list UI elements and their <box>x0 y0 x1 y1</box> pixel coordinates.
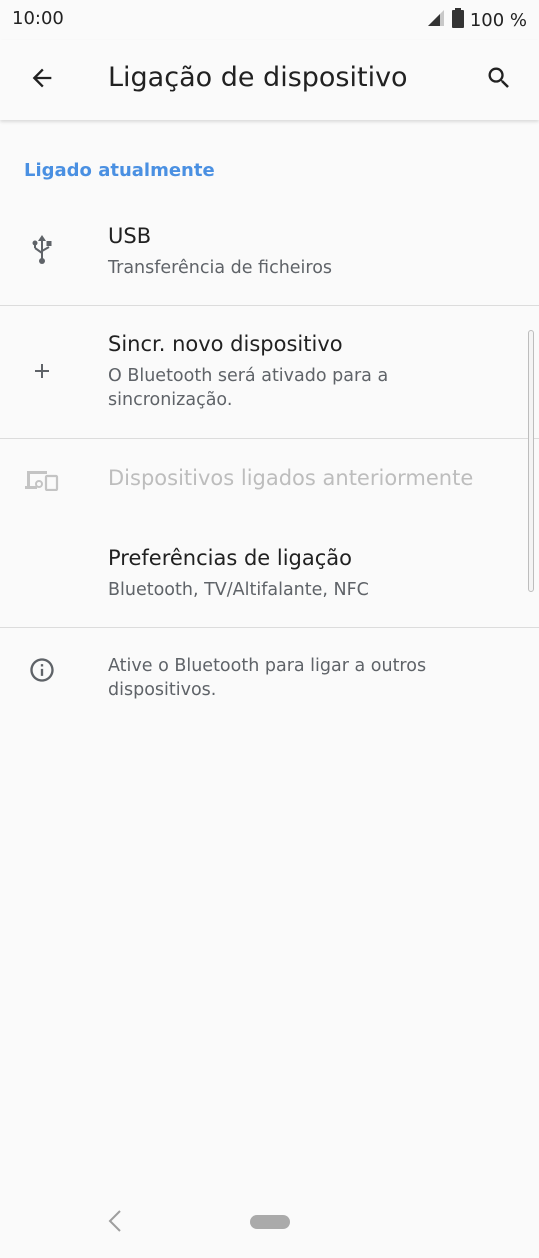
section-header: Ligado atualmente <box>24 160 215 181</box>
usb-subtitle: Transferência de ficheiros <box>108 258 333 278</box>
search-button[interactable] <box>477 60 521 100</box>
pair-new-device-row[interactable]: Sincr. novo dispositivo O Bluetooth será… <box>0 306 539 438</box>
usb-row[interactable]: USB Transferência de ficheiros <box>0 200 539 304</box>
info-icon <box>22 650 62 690</box>
status-icons: 100 % <box>426 8 527 33</box>
plus-icon <box>22 351 62 391</box>
connection-preferences-row[interactable]: Preferências de ligação Bluetooth, TV/Al… <box>0 520 539 626</box>
back-button[interactable] <box>20 60 64 100</box>
nav-back-button[interactable] <box>100 1208 130 1238</box>
info-text: Ative o Bluetooth para ligar a outros di… <box>108 656 427 700</box>
battery-percent: 100 % <box>469 10 527 31</box>
arrow-left-icon <box>28 64 56 96</box>
signal-icon <box>426 9 446 32</box>
app-bar: Ligação de dispositivo <box>0 40 539 120</box>
previously-connected-title: Dispositivos ligados anteriormente <box>108 466 474 490</box>
pair-subtitle: O Bluetooth será ativado para a sincroni… <box>108 366 389 410</box>
home-pill-icon[interactable] <box>250 1215 290 1229</box>
nav-back-icon <box>107 1209 123 1237</box>
pair-title: Sincr. novo dispositivo <box>108 332 343 356</box>
preferences-title: Preferências de ligação <box>108 546 353 570</box>
battery-icon <box>451 8 464 33</box>
previously-connected-row: Dispositivos ligados anteriormente <box>0 440 539 520</box>
preferences-subtitle: Bluetooth, TV/Altifalante, NFC <box>108 580 369 600</box>
status-time: 10:00 <box>12 8 64 29</box>
divider <box>0 438 539 439</box>
search-icon <box>485 64 513 96</box>
devices-icon <box>22 460 62 500</box>
navigation-bar <box>0 1186 539 1258</box>
info-footer: Ative o Bluetooth para ligar a outros di… <box>0 628 539 728</box>
usb-icon <box>22 230 62 270</box>
usb-title: USB <box>108 224 152 248</box>
scrollbar[interactable] <box>528 330 534 592</box>
page-title: Ligação de dispositivo <box>108 62 408 93</box>
status-bar: 10:00 100 % <box>0 0 539 40</box>
